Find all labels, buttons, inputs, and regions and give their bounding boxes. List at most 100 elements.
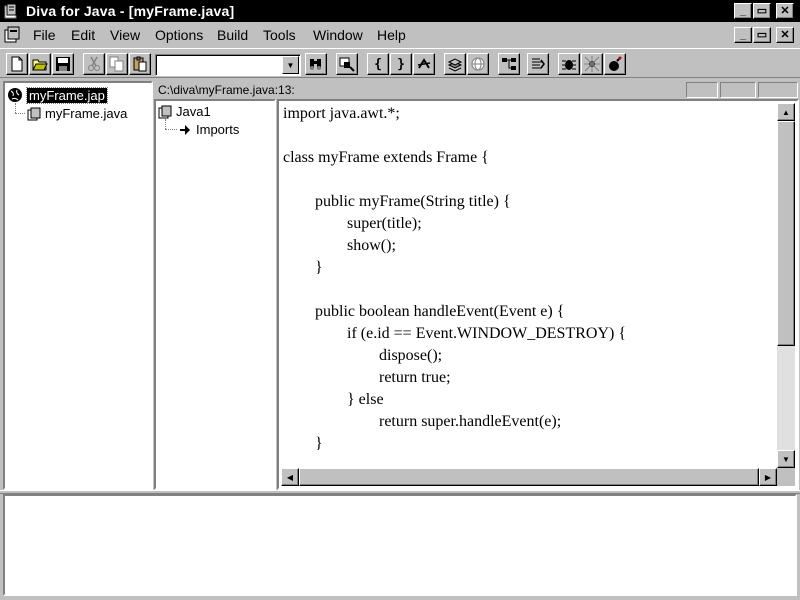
- minimize-button[interactable]: _: [734, 3, 752, 19]
- tree-item-imports[interactable]: Imports: [178, 122, 239, 137]
- menu-help[interactable]: Help: [377, 27, 406, 43]
- menu-options[interactable]: Options: [155, 27, 203, 43]
- match-brace-button[interactable]: [413, 53, 435, 75]
- mdi-restore-button[interactable]: ▭: [753, 27, 771, 43]
- code-line: public boolean handleEvent(Event e) {: [283, 303, 565, 320]
- chevron-down-icon: ▼: [286, 60, 295, 70]
- copy-button[interactable]: [106, 53, 128, 75]
- spider-icon: [584, 56, 600, 72]
- status-cell: [686, 82, 718, 98]
- save-icon: [56, 57, 70, 71]
- web-button[interactable]: [467, 53, 489, 75]
- open-folder-icon: [32, 59, 48, 71]
- menu-file[interactable]: File: [33, 27, 56, 43]
- find-replace-icon: [339, 57, 355, 72]
- scroll-right-button[interactable]: ▶: [759, 468, 777, 486]
- cut-button[interactable]: [83, 53, 105, 75]
- code-line: return true;: [283, 369, 451, 386]
- minimize-icon: _: [739, 4, 747, 17]
- menu-edit[interactable]: Edit: [71, 27, 95, 43]
- app-icon[interactable]: [3, 3, 19, 19]
- bomb-icon: [609, 56, 622, 71]
- maximize-button[interactable]: ▭: [753, 3, 771, 19]
- file-path: C:\diva\myFrame.java:13:: [158, 83, 295, 97]
- tree-item-project[interactable]: myFrame.jap: [7, 86, 108, 104]
- tree-connector: [15, 103, 16, 113]
- code-line: show();: [283, 237, 396, 254]
- mdi-minimize-button[interactable]: _: [734, 27, 752, 43]
- step-icon: [532, 58, 545, 69]
- code-line: return super.handleEvent(e);: [283, 413, 562, 430]
- scroll-corner: [777, 468, 795, 486]
- menu-window[interactable]: Window: [313, 27, 363, 43]
- hierarchy-icon: [502, 58, 516, 70]
- toolbar-combo[interactable]: ▼: [155, 54, 301, 76]
- tree-connector: [165, 119, 166, 129]
- debug-button[interactable]: [558, 53, 580, 75]
- save-button[interactable]: [52, 53, 74, 75]
- paste-button[interactable]: [129, 53, 151, 75]
- menu-tools[interactable]: Tools: [263, 27, 296, 43]
- open-button[interactable]: [29, 53, 51, 75]
- match-brace-icon: [417, 58, 431, 69]
- step-button[interactable]: [527, 53, 549, 75]
- open-brace-button[interactable]: {: [367, 53, 389, 75]
- arrow-down-icon: ▼: [782, 454, 790, 464]
- open-brace-icon: {: [374, 56, 382, 72]
- code-line: public myFrame(String title) {: [283, 193, 511, 210]
- window-title: Diva for Java - [myFrame.java]: [26, 3, 235, 19]
- project-name: myFrame.jap: [26, 86, 108, 104]
- arrow-up-icon: ▲: [782, 107, 790, 117]
- imports-icon: [180, 124, 190, 135]
- class-hierarchy-button[interactable]: [498, 53, 520, 75]
- globe-icon: [471, 57, 485, 71]
- class-tree-pane[interactable]: Java1 Imports: [154, 99, 276, 490]
- watch-button[interactable]: [581, 53, 603, 75]
- close-button[interactable]: ✕: [776, 3, 794, 19]
- stack-icon: [447, 58, 463, 72]
- code-line: } else: [283, 391, 384, 408]
- file-name: myFrame.java: [45, 106, 128, 121]
- code-line: if (e.id == Event.WINDOW_DESTROY) {: [283, 325, 626, 342]
- run-button[interactable]: [604, 53, 626, 75]
- document-icon[interactable]: [3, 26, 21, 44]
- combo-dropdown-button[interactable]: ▼: [282, 56, 299, 74]
- code-text-area[interactable]: import java.awt.*; class myFrame extends…: [281, 103, 777, 468]
- restore-icon: ▭: [756, 28, 768, 41]
- code-line: class myFrame extends Frame {: [283, 149, 489, 166]
- horizontal-scroll-thumb[interactable]: [299, 468, 759, 486]
- copy-icon: [109, 56, 124, 72]
- path-bar: C:\diva\myFrame.java:13:: [154, 81, 800, 99]
- new-file-icon: [11, 56, 23, 72]
- tree-item-file[interactable]: myFrame.java: [27, 106, 127, 121]
- new-file-button[interactable]: [6, 53, 28, 75]
- tree-item-class[interactable]: Java1: [158, 104, 211, 119]
- compile-button[interactable]: [444, 53, 466, 75]
- code-line: }: [283, 259, 323, 276]
- replace-button[interactable]: [336, 53, 358, 75]
- code-line: import java.awt.*;: [283, 105, 400, 122]
- restore-icon: ▭: [756, 4, 768, 17]
- vertical-scroll-thumb[interactable]: [777, 121, 795, 346]
- code-editor[interactable]: import java.awt.*; class myFrame extends…: [277, 99, 799, 490]
- find-button[interactable]: [305, 53, 327, 75]
- scroll-up-button[interactable]: ▲: [777, 103, 795, 121]
- project-tree-pane[interactable]: myFrame.jap myFrame.java: [3, 81, 153, 490]
- java-file-icon: [27, 107, 41, 120]
- paste-icon: [133, 56, 147, 72]
- close-icon: ✕: [780, 28, 790, 41]
- output-pane[interactable]: [3, 494, 797, 596]
- mdi-close-button[interactable]: ✕: [776, 27, 794, 43]
- arrow-left-icon: ◀: [286, 472, 294, 482]
- arrow-right-icon: ▶: [764, 472, 772, 482]
- menu-view[interactable]: View: [110, 27, 140, 43]
- close-brace-button[interactable]: }: [390, 53, 412, 75]
- close-brace-icon: }: [397, 56, 405, 72]
- globe-project-icon: [8, 88, 22, 102]
- scroll-down-button[interactable]: ▼: [777, 450, 795, 468]
- tree-connector: [15, 113, 25, 114]
- minimize-icon: _: [739, 28, 747, 41]
- binoculars-icon: [310, 59, 321, 70]
- menu-build[interactable]: Build: [217, 27, 248, 43]
- scroll-left-button[interactable]: ◀: [281, 468, 299, 486]
